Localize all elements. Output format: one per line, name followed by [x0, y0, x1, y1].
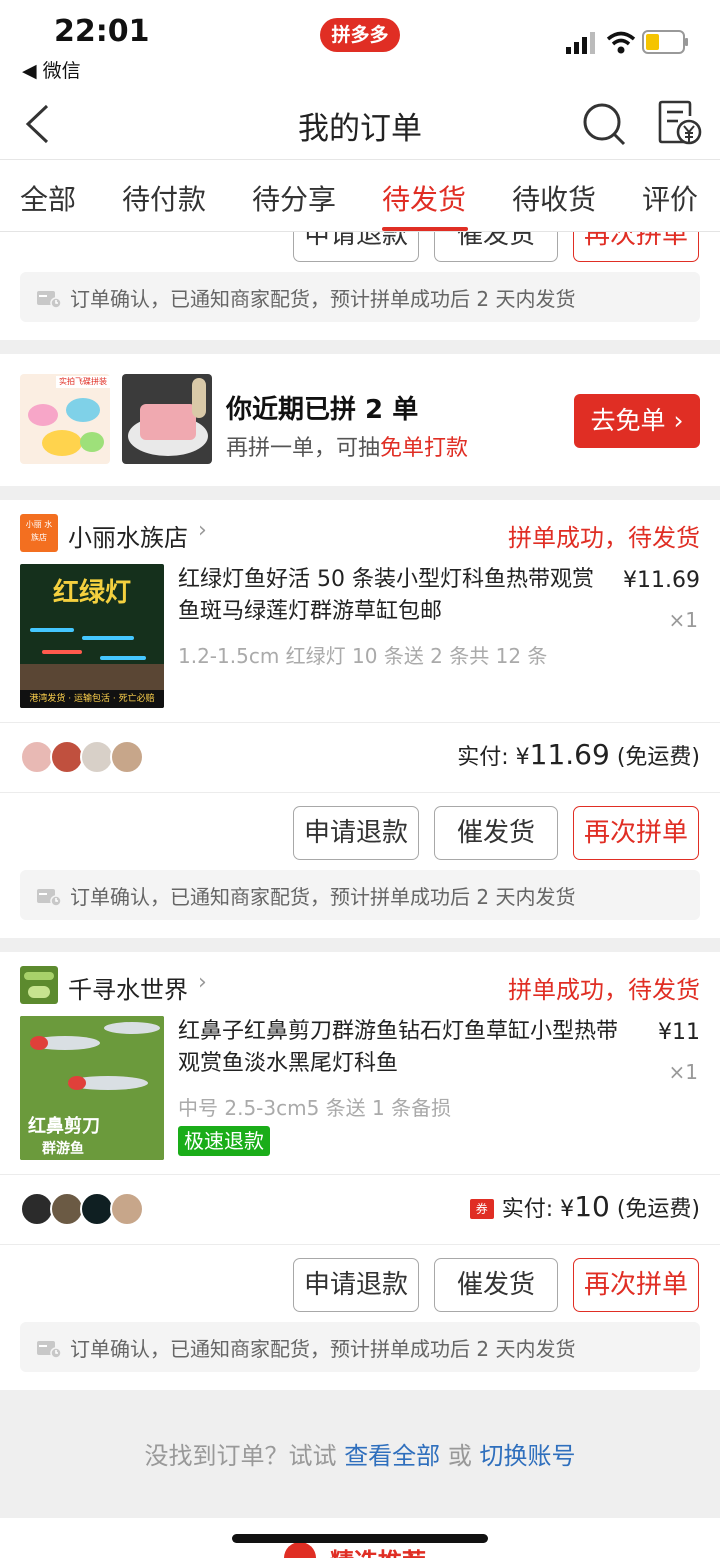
promo-image-caption: 实拍飞碟拼装	[56, 376, 110, 388]
urge-shipment-button[interactable]: 催发货	[434, 1258, 558, 1312]
avatar	[20, 740, 54, 774]
product-thumbnail[interactable]: 红绿灯 港湾发货 · 运输包活 · 死亡必赔	[20, 564, 164, 708]
order-card: 千寻水世界 › 拼单成功，待发货 红鼻剪刀 群游鱼 红鼻子红鼻剪刀群游鱼钻石灯鱼…	[0, 952, 720, 1390]
urge-shipment-button[interactable]: 催发货	[434, 806, 558, 860]
notice-text: 订单确认，已通知商家配货，预计拼单成功后 2 天内发货	[70, 287, 576, 311]
avatar	[110, 740, 144, 774]
status-time: 22:01	[54, 14, 150, 49]
order-card: 小丽 水族店 小丽水族店 › 拼单成功，待发货 红绿灯 港湾发货 · 运输包活 …	[0, 500, 720, 938]
divider	[0, 1174, 720, 1175]
order-card-partial: 申请退款 催发货 再次拼单 订单确认，已通知商家配货，预计拼单成功后 2 天内发…	[0, 232, 720, 340]
product-quantity: ×1	[668, 1060, 698, 1084]
shop-name[interactable]: 小丽水族店	[68, 518, 188, 553]
tab-review[interactable]: 评价	[642, 178, 698, 218]
wifi-icon	[606, 31, 636, 54]
shop-logo[interactable]	[20, 966, 58, 1004]
avatar	[80, 740, 114, 774]
chevron-right-icon[interactable]: ›	[198, 970, 207, 995]
paid-amount: 实付: ¥11.69 (免运费)	[457, 738, 700, 771]
tab-pending-receipt[interactable]: 待收货	[512, 178, 596, 218]
view-all-link[interactable]: 查看全部	[344, 1442, 440, 1470]
avatar	[50, 740, 84, 774]
order-status: 拼单成功，待发货	[508, 524, 700, 552]
truck-icon	[37, 291, 62, 309]
truck-icon	[37, 1341, 62, 1359]
notice-text: 订单确认，已通知商家配货，预计拼单成功后 2 天内发货	[70, 1337, 576, 1361]
avatar	[20, 1192, 54, 1226]
shipping-notice: 订单确认，已通知商家配货，预计拼单成功后 2 天内发货	[20, 870, 700, 920]
product-title[interactable]: 红鼻子红鼻剪刀群游鱼钻石灯鱼草缸小型热带观赏鱼淡水黑尾灯科鱼	[178, 1016, 638, 1080]
battery-icon	[642, 30, 688, 54]
product-thumbnail[interactable]: 红鼻剪刀 群游鱼	[20, 1016, 164, 1160]
rebuy-button[interactable]: 再次拼单	[573, 806, 699, 860]
paid-amount: 券实付: ¥10 (免运费)	[469, 1190, 700, 1223]
tab-pending-payment[interactable]: 待付款	[122, 178, 206, 218]
shipping-notice: 订单确认，已通知商家配货，预计拼单成功后 2 天内发货	[20, 1322, 700, 1372]
truck-icon	[37, 889, 62, 907]
empty-hint: 没找到订单？试试 查看全部 或 切换账号	[144, 1442, 576, 1470]
promo-image-toy: 实拍飞碟拼装	[20, 374, 110, 464]
avatar	[50, 1192, 84, 1226]
product-price: ¥11.69	[623, 568, 700, 593]
notice-text: 订单确认，已通知商家配货，预计拼单成功后 2 天内发货	[70, 885, 576, 909]
nav-bar: 我的订单	[0, 88, 720, 160]
divider	[0, 722, 720, 723]
avatar	[80, 1192, 114, 1226]
status-bar: 22:01 ◀ 微信 拼多多	[0, 0, 720, 88]
refund-button[interactable]: 申请退款	[293, 232, 419, 262]
signal-icon	[566, 32, 595, 54]
refund-button[interactable]: 申请退款	[293, 806, 419, 860]
product-price: ¥11	[658, 1020, 700, 1045]
fast-refund-tag: 极速退款	[178, 1126, 270, 1156]
promo-title: 你近期已拼 2 单	[226, 395, 419, 425]
promo-subtitle: 再拼一单，可抽免单打款	[226, 436, 469, 461]
order-tabs: 全部 待付款 待分享 待发货 待收货 评价	[0, 160, 720, 232]
product-title[interactable]: 红绿灯鱼好活 50 条装小型灯科鱼热带观赏鱼斑马绿莲灯群游草缸包邮	[178, 564, 598, 628]
active-tab-indicator	[382, 227, 468, 231]
product-quantity: ×1	[668, 608, 698, 632]
back-to-app-link[interactable]: ◀ 微信	[22, 56, 81, 83]
recommend-icon	[284, 1542, 316, 1558]
shop-name[interactable]: 千寻水世界	[68, 970, 188, 1005]
app-badge: 拼多多	[320, 18, 400, 52]
coupon-icon: 券	[469, 1199, 494, 1219]
tab-pending-shipment[interactable]: 待发货	[382, 178, 466, 218]
promo-image-food	[122, 374, 212, 464]
bill-icon[interactable]	[656, 98, 702, 148]
tab-pending-share[interactable]: 待分享	[252, 178, 336, 218]
home-indicator[interactable]	[232, 1534, 488, 1543]
order-status: 拼单成功，待发货	[508, 976, 700, 1004]
refund-button[interactable]: 申请退款	[293, 1258, 419, 1312]
shop-logo[interactable]: 小丽 水族店	[20, 514, 58, 552]
promo-banner[interactable]: 实拍飞碟拼装 你近期已拼 2 单 再拼一单，可抽免单打款 去免单 ›	[0, 354, 720, 486]
rebuy-button[interactable]: 再次拼单	[573, 232, 699, 262]
search-icon[interactable]	[580, 100, 628, 148]
chevron-right-icon[interactable]: ›	[198, 518, 207, 543]
recommend-title: 精选推荐	[330, 1542, 426, 1558]
switch-account-link[interactable]: 切换账号	[479, 1442, 575, 1470]
avatar	[110, 1192, 144, 1226]
free-order-button[interactable]: 去免单 ›	[574, 394, 700, 448]
order-list[interactable]: 申请退款 催发货 再次拼单 订单确认，已通知商家配货，预计拼单成功后 2 天内发…	[0, 232, 720, 1558]
shipping-notice: 订单确认，已通知商家配货，预计拼单成功后 2 天内发货	[20, 272, 700, 322]
rebuy-button[interactable]: 再次拼单	[573, 1258, 699, 1312]
divider	[0, 1244, 720, 1245]
product-spec: 中号 2.5-3cm5 条送 1 条备损	[178, 1096, 452, 1120]
product-spec: 1.2-1.5cm 红绿灯 10 条送 2 条共 12 条	[178, 644, 548, 668]
urge-shipment-button[interactable]: 催发货	[434, 232, 558, 262]
divider	[0, 792, 720, 793]
tab-all[interactable]: 全部	[20, 178, 76, 218]
